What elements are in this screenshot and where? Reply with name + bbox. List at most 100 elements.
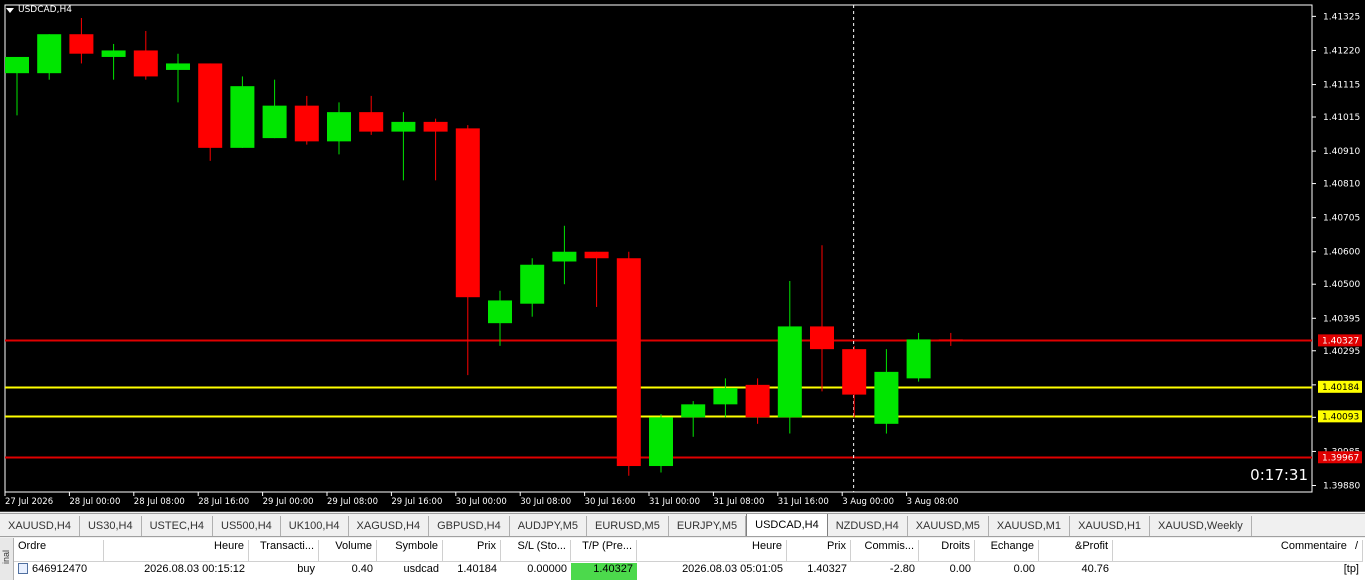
candle-body (906, 339, 931, 379)
column-header[interactable]: Commis... (851, 540, 919, 562)
column-header[interactable]: Volume (319, 540, 377, 562)
table-cell: 1.40327 (571, 563, 637, 580)
column-header[interactable]: &Profit (1039, 540, 1113, 562)
column-header[interactable]: S/L (Sto... (501, 540, 571, 562)
table-cell: 0.00 (975, 563, 1039, 580)
table-row[interactable]: 646912470 2026.08.03 00:15:12 buy 0.40 usdca… (14, 563, 1363, 580)
cell-value: 1.40327 (593, 563, 633, 575)
y-tick-label: 1.41015 (1323, 113, 1360, 123)
price-chart[interactable]: 1.41325 1.41220 1.41115 1.41015 1.40910 1.408… (0, 0, 1365, 512)
candle-body (616, 258, 641, 467)
table-cell: 1.40327 (787, 563, 851, 580)
chart-tab[interactable]: XAUUSD,M5 (908, 516, 989, 536)
chart-tab[interactable]: UK100,H4 (281, 516, 349, 536)
chart-tab[interactable]: US500,H4 (213, 516, 281, 536)
y-tick-label: 1.40600 (1323, 248, 1360, 258)
candle-body (713, 388, 738, 405)
chart-tab[interactable]: EURJPY,M5 (669, 516, 747, 536)
candle-body (842, 349, 867, 395)
y-tick-label: 1.39880 (1323, 482, 1360, 492)
candle-body (520, 264, 545, 304)
cell-value: 0.00 (949, 563, 971, 575)
column-header[interactable]: Commentaire / (1113, 540, 1363, 562)
terminal-side-label: inal (1, 549, 11, 564)
cell-value: buy (297, 563, 315, 575)
candle-body (488, 300, 512, 324)
x-tick-label: 3 Aug 00:00 (842, 497, 894, 507)
x-tick-label: 29 Jul 00:00 (263, 497, 314, 507)
column-header[interactable]: Prix (443, 540, 501, 562)
cell-value: 1.40184 (457, 563, 497, 575)
chart-tab[interactable]: USTEC,H4 (142, 516, 214, 536)
candle-body (198, 63, 223, 148)
candle-body (327, 112, 351, 142)
candle-body (359, 112, 384, 132)
price-level-label: 1.39967 (1322, 453, 1359, 463)
chart-symbol-label: USDCAD,H4 (18, 5, 72, 15)
chart-menu-icon[interactable] (6, 7, 14, 13)
candle-body (649, 417, 673, 467)
column-header[interactable]: Heure (637, 540, 787, 562)
column-header-label: &Profit (1074, 540, 1108, 552)
cell-value: [tp] (1343, 563, 1359, 575)
chart-tab[interactable]: USDCAD,H4 (746, 514, 828, 536)
column-header-label: Commentaire (1280, 540, 1347, 552)
table-header: Ordre Heure Transacti... Volume Symbole Prix S… (14, 540, 1363, 562)
table-cell: 2026.08.03 00:15:12 (104, 563, 249, 580)
column-header[interactable]: Ordre (14, 540, 104, 562)
x-tick-label: 29 Jul 16:00 (391, 497, 442, 507)
column-header-label: Prix (477, 540, 496, 552)
candle-body (166, 63, 190, 70)
chart-tab[interactable]: US30,H4 (80, 516, 142, 536)
cell-value: 40.76 (1081, 563, 1109, 575)
candle-body (101, 50, 126, 57)
y-tick-label: 1.40395 (1323, 314, 1360, 324)
chart-tab[interactable]: AUDJPY,M5 (510, 516, 588, 536)
y-tick-label: 1.40295 (1323, 347, 1360, 357)
chart-title: USDCAD,H4 (6, 5, 72, 15)
column-header[interactable]: Droits (919, 540, 975, 562)
chart-tab[interactable]: XAUUSD,M1 (989, 516, 1071, 536)
candle-body (810, 326, 834, 350)
x-tick-label: 28 Jul 16:00 (198, 497, 249, 507)
column-header[interactable]: Symbole (377, 540, 443, 562)
chart-tab[interactable]: EURUSD,M5 (587, 516, 669, 536)
chart-tab[interactable]: GBPUSD,H4 (429, 516, 510, 536)
y-tick-label: 1.40500 (1323, 280, 1360, 290)
candle-body (294, 105, 319, 142)
chart-tab[interactable]: XAGUSD,H4 (349, 516, 430, 536)
candle-body (133, 50, 158, 77)
cell-value: 0.40 (351, 563, 373, 575)
column-header-label: Commis... (864, 540, 915, 552)
y-tick-label: 1.41115 (1323, 81, 1360, 91)
column-header-label: Transacti... (260, 540, 314, 552)
chart-window[interactable]: 1.41325 1.41220 1.41115 1.41015 1.40910 1.408… (0, 0, 1365, 512)
x-tick-label: 3 Aug 08:00 (907, 497, 959, 507)
x-tick-label: 30 Jul 00:00 (456, 497, 507, 507)
column-header[interactable]: Heure (104, 540, 249, 562)
sort-indicator-icon: / (1354, 540, 1358, 552)
terminal-side-tab[interactable]: inal (0, 538, 14, 580)
candle-body (423, 121, 448, 132)
order-icon (18, 563, 28, 574)
chart-tab[interactable]: XAUUSD,H1 (1070, 516, 1151, 536)
column-header[interactable]: Transacti... (249, 540, 319, 562)
y-tick-label: 1.41220 (1323, 46, 1360, 56)
column-header-label: Prix (827, 540, 846, 552)
table-cell: 646912470 (14, 563, 104, 580)
column-header[interactable]: Echange (975, 540, 1039, 562)
table-cell: 2026.08.03 05:01:05 (637, 563, 787, 580)
table-cell: 0.00 (919, 563, 975, 580)
table-cell: usdcad (377, 563, 443, 580)
chart-tab[interactable]: NZDUSD,H4 (828, 516, 908, 536)
cell-value: 2026.08.03 00:15:12 (144, 563, 245, 575)
table-cell: 40.76 (1039, 563, 1113, 580)
chart-tab[interactable]: XAUUSD,Weekly (1150, 516, 1252, 536)
x-tick-label: 28 Jul 08:00 (134, 497, 185, 507)
table-cell: -2.80 (851, 563, 919, 580)
chart-tab[interactable]: XAUUSD,H4 (0, 516, 80, 536)
column-header[interactable]: T/P (Pre... (571, 540, 637, 562)
candle-body (5, 56, 29, 74)
column-header[interactable]: Prix (787, 540, 851, 562)
candle-body (552, 251, 577, 262)
